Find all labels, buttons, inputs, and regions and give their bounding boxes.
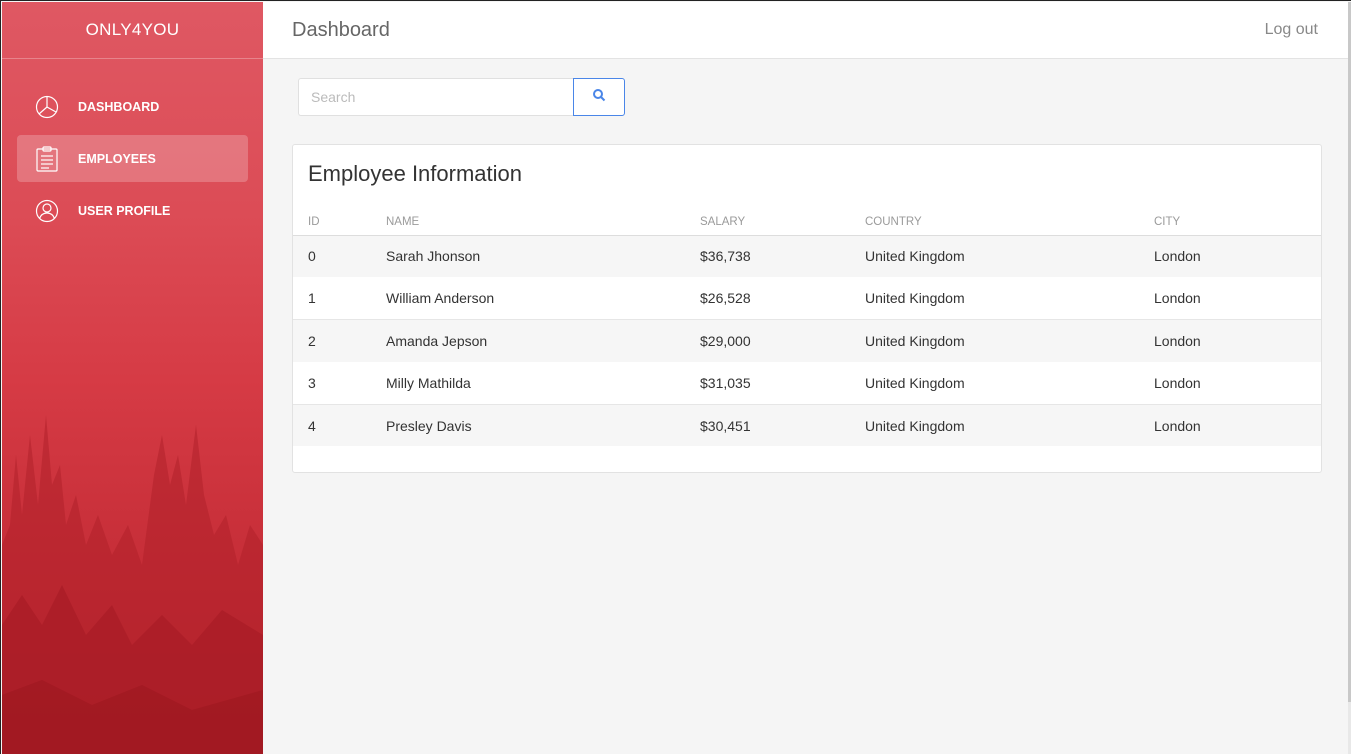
sidebar-item-label: EMPLOYEES — [78, 151, 156, 166]
column-header-country[interactable]: COUNTRY — [865, 205, 1154, 236]
user-icon — [34, 198, 60, 224]
cell-id: 2 — [293, 319, 386, 362]
sidebar-item-user-profile[interactable]: USER PROFILE — [17, 187, 248, 234]
top-navbar: Dashboard Log out — [263, 2, 1348, 59]
cell-id: 1 — [293, 277, 386, 321]
cell-city: London — [1154, 235, 1321, 278]
search-input[interactable] — [298, 78, 573, 116]
cell-name: William Anderson — [386, 277, 700, 321]
logout-link[interactable]: Log out — [1265, 21, 1318, 39]
clipboard-icon — [34, 145, 60, 172]
table-title: Employee Information — [308, 161, 522, 186]
cell-id: 3 — [293, 361, 386, 405]
cell-salary: $31,035 — [700, 361, 865, 405]
search-icon — [592, 88, 606, 107]
cell-country: United Kingdom — [865, 235, 1154, 278]
sidebar-item-label: DASHBOARD — [78, 99, 160, 114]
cell-country: United Kingdom — [865, 361, 1154, 405]
cell-name: Milly Mathilda — [386, 361, 700, 405]
sidebar-nav: DASHBOARD EMPLOYEES USER PROFILE — [2, 83, 263, 234]
table-row[interactable]: 2 Amanda Jepson $29,000 United Kingdom L… — [293, 319, 1321, 362]
search-button[interactable] — [573, 78, 625, 116]
pie-chart-icon — [34, 94, 60, 120]
forest-background-image — [2, 415, 263, 754]
cell-city: London — [1154, 319, 1321, 362]
employee-table: ID NAME SALARY COUNTRY CITY 0 Sarah Jhon… — [293, 205, 1321, 447]
brand-logo[interactable]: ONLY4YOU — [2, 2, 263, 59]
cell-country: United Kingdom — [865, 404, 1154, 447]
cell-id: 4 — [293, 404, 386, 447]
table-header-row: ID NAME SALARY COUNTRY CITY — [293, 205, 1321, 236]
cell-city: London — [1154, 404, 1321, 447]
cell-city: London — [1154, 361, 1321, 405]
cell-name: Sarah Jhonson — [386, 235, 700, 278]
cell-country: United Kingdom — [865, 277, 1154, 321]
cell-salary: $26,528 — [700, 277, 865, 321]
search-bar — [298, 78, 625, 116]
table-row[interactable]: 1 William Anderson $26,528 United Kingdo… — [293, 277, 1321, 321]
cell-salary: $30,451 — [700, 404, 865, 447]
cell-name: Presley Davis — [386, 404, 700, 447]
column-header-salary[interactable]: SALARY — [700, 205, 865, 236]
cell-city: London — [1154, 277, 1321, 321]
sidebar-item-dashboard[interactable]: DASHBOARD — [17, 83, 248, 130]
page-title: Dashboard — [292, 19, 390, 41]
table-row[interactable]: 4 Presley Davis $30,451 United Kingdom L… — [293, 404, 1321, 447]
sidebar-item-employees[interactable]: EMPLOYEES — [17, 135, 248, 182]
table-row[interactable]: 0 Sarah Jhonson $36,738 United Kingdom L… — [293, 235, 1321, 278]
cell-salary: $36,738 — [700, 235, 865, 278]
table-row[interactable]: 3 Milly Mathilda $31,035 United Kingdom … — [293, 361, 1321, 405]
cell-salary: $29,000 — [700, 319, 865, 362]
sidebar: ONLY4YOU DASHBOARD EMPLOYEES USER PROFIL… — [2, 2, 263, 754]
column-header-name[interactable]: NAME — [386, 205, 700, 236]
column-header-city[interactable]: CITY — [1154, 205, 1321, 236]
employee-table-card: Employee Information ID NAME SALARY COUN… — [292, 144, 1322, 473]
cell-id: 0 — [293, 235, 386, 278]
column-header-id[interactable]: ID — [293, 205, 386, 236]
sidebar-item-label: USER PROFILE — [78, 203, 171, 218]
cell-name: Amanda Jepson — [386, 319, 700, 362]
cell-country: United Kingdom — [865, 319, 1154, 362]
